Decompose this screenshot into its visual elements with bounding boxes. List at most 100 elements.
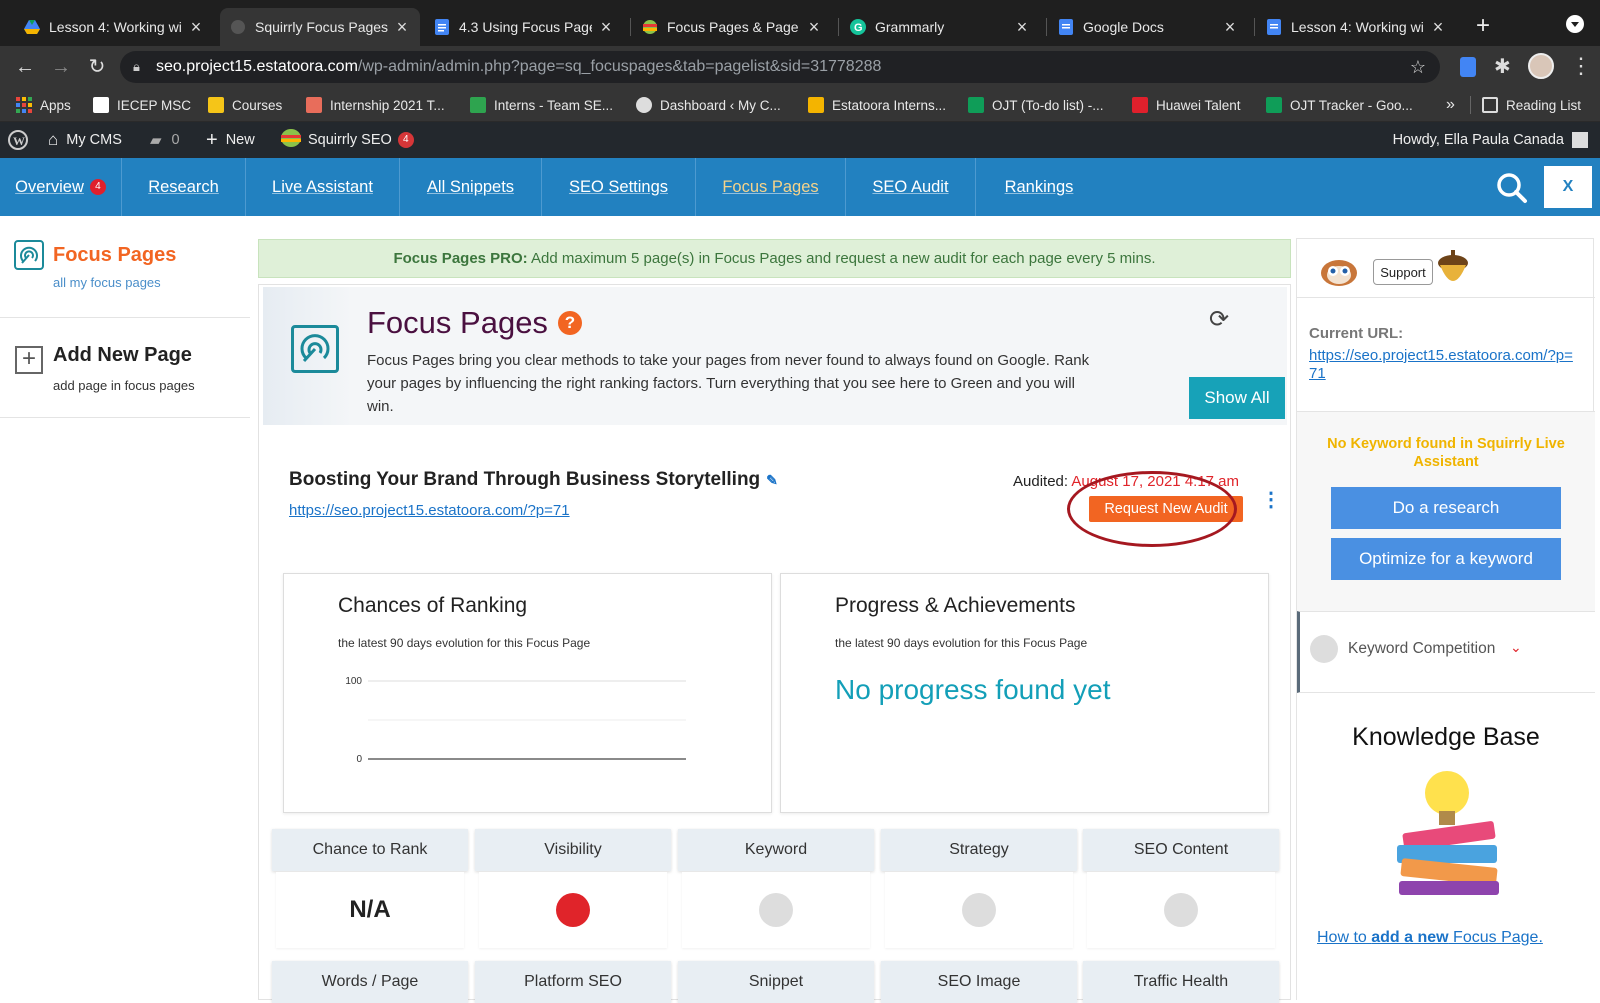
notice-bold: Focus Pages PRO: [393,250,528,267]
stat-value-strategy[interactable] [885,872,1073,948]
sidebar-add-subtitle: add page in focus pages [53,378,195,393]
stat-value-visibility[interactable] [479,872,667,948]
reload-icon[interactable]: ↻ [84,54,110,80]
browser-tab-active[interactable]: Squirrly Focus Pages × [220,8,420,46]
add-page-icon: + [15,346,43,374]
wp-new-link[interactable]: + New [206,122,255,158]
more-bookmarks-button[interactable]: » [1446,94,1455,116]
plugin-name: Squirrly SEO [308,132,392,148]
nav-tab-label: Live Assistant [272,177,373,196]
wp-account-menu[interactable]: Howdy, Ella Paula Canada [1393,122,1588,158]
google-sheets-icon [968,97,984,113]
bookmark-item[interactable]: Estatoora Interns... [808,94,946,116]
nav-tab-seo-settings[interactable]: SEO Settings [542,158,696,216]
focus-page-title[interactable]: Boosting Your Brand Through Business Sto… [289,469,760,491]
y-tick-label: 100 [345,676,362,687]
close-tab-icon[interactable]: × [598,17,614,38]
nav-tab-rankings[interactable]: Rankings [976,158,1102,216]
acorn-icon[interactable] [1437,249,1469,296]
stat-value-seo-content[interactable] [1087,872,1275,948]
nav-tab-overview[interactable]: Overview 4 [0,158,122,216]
close-tab-icon[interactable]: × [806,17,822,38]
bookmark-item[interactable]: Internship 2021 T... [306,94,445,116]
tab-title: Grammarly [875,19,945,35]
wp-comments-link[interactable]: ▰ 0 [150,122,180,158]
browser-tab[interactable]: Lesson 4: Working wi × [14,8,214,46]
wp-squirrly-link[interactable]: Squirrly SEO 4 [280,122,414,158]
extension-docs-icon[interactable] [1460,57,1476,77]
bookmark-label: Dashboard ‹ My C... [660,97,781,113]
tab-search-icon[interactable] [1566,15,1584,33]
bookmark-item[interactable]: IECEP MSC [93,94,191,116]
focus-pages-sidebar: Focus Pages all my focus pages + Add New… [0,216,250,1000]
stat-header-words-page: Words / Page [272,961,468,1003]
browser-tab[interactable]: 4.3 Using Focus Page × [424,8,624,46]
reading-list-button[interactable]: Reading List [1482,94,1581,116]
back-icon[interactable]: ← [12,54,38,80]
browser-tab[interactable]: Lesson 4: Working wi × [1256,8,1456,46]
bookmark-star-icon[interactable]: ☆ [1410,51,1426,83]
nav-tab-seo-audit[interactable]: SEO Audit [846,158,976,216]
new-tab-icon[interactable]: + [1476,12,1490,40]
tab-separator [1254,18,1255,36]
kb-link-post: Focus Page. [1448,929,1543,946]
address-bar[interactable]: 🔒︎ seo.project15.estatoora.com/wp-admin/… [120,51,1440,83]
huawei-icon [1132,97,1148,113]
wordpress-logo-icon[interactable]: W [8,122,28,158]
tab-separator [630,18,631,36]
browser-tab[interactable]: Focus Pages & Page A × [632,8,832,46]
browser-tab[interactable]: Google Docs × [1048,8,1248,46]
bookmark-label: Huawei Talent [1156,97,1241,113]
focus-page-url[interactable]: https://seo.project15.estatoora.com/?p=7… [289,502,570,519]
more-options-icon[interactable]: ⋮ [1261,487,1281,512]
search-icon[interactable] [1496,172,1528,209]
bookmark-item[interactable]: Interns - Team SE... [470,94,613,116]
bookmark-apps[interactable]: Apps [16,94,71,116]
close-tab-icon[interactable]: × [1222,17,1238,38]
stat-value-keyword[interactable] [682,872,870,948]
knowledge-base-link[interactable]: How to add a new Focus Page. [1317,929,1543,947]
browser-tab[interactable]: G Grammarly × [840,8,1040,46]
refresh-icon[interactable]: ⟳ [1209,305,1229,334]
nav-tab-all-snippets[interactable]: All Snippets [400,158,542,216]
bookmark-item[interactable]: Courses [208,94,282,116]
sidebar-item-add-new-page[interactable]: + Add New Page add page in focus pages [0,318,250,418]
show-all-button[interactable]: Show All [1189,377,1285,419]
google-chat-icon [470,97,486,113]
close-tab-icon[interactable]: × [188,17,204,38]
nav-tab-focus-pages[interactable]: Focus Pages [696,158,846,216]
keyword-competition-row[interactable]: Keyword Competition ⌄ [1297,611,1595,693]
chances-chart: 100 0 [345,676,686,765]
kebab-menu-icon[interactable]: ⋮ [1570,52,1592,80]
status-dot-red [556,893,590,927]
progress-achievements-card: Progress & Achievements the latest 90 da… [780,573,1269,813]
wp-site-link[interactable]: ⌂ My CMS [48,122,122,158]
extensions-puzzle-icon[interactable]: ✱ [1494,54,1511,79]
profile-avatar[interactable] [1528,53,1554,79]
nav-tab-label: Focus Pages [722,177,819,196]
chevron-down-icon: ⌄ [1510,639,1522,655]
nav-tab-live-assistant[interactable]: Live Assistant [246,158,400,216]
close-tab-icon[interactable]: × [1430,17,1446,38]
do-research-button[interactable]: Do a research [1331,487,1561,529]
bookmark-item[interactable]: Dashboard ‹ My C... [636,94,781,116]
nav-tab-research[interactable]: Research [122,158,246,216]
tab-title: Lesson 4: Working wi [1291,19,1424,35]
close-button[interactable]: X [1544,166,1592,208]
sidebar-item-focus-pages[interactable]: Focus Pages all my focus pages [0,216,250,318]
pro-notice-banner: Focus Pages PRO: Add maximum 5 page(s) i… [258,239,1291,278]
close-tab-icon[interactable]: × [394,17,410,38]
comment-count: 0 [171,132,180,148]
stat-value-chance-to-rank[interactable]: N/A [276,872,464,948]
bookmark-item[interactable]: OJT Tracker - Goo... [1266,94,1413,116]
edit-icon[interactable]: ✎ [766,472,778,489]
bookmark-item[interactable]: Huawei Talent [1132,94,1241,116]
optimize-keyword-button[interactable]: Optimize for a keyword [1331,538,1561,580]
help-icon[interactable]: ? [557,311,582,335]
howdy-text: Howdy, Ella Paula Canada [1392,132,1564,148]
close-tab-icon[interactable]: × [1014,17,1030,38]
current-url-link[interactable]: https://seo.project15.estatoora.com/?p=7… [1309,347,1579,383]
forward-icon[interactable]: → [48,54,74,80]
support-button[interactable]: Support [1373,259,1433,285]
bookmark-item[interactable]: OJT (To-do list) -... [968,94,1104,116]
